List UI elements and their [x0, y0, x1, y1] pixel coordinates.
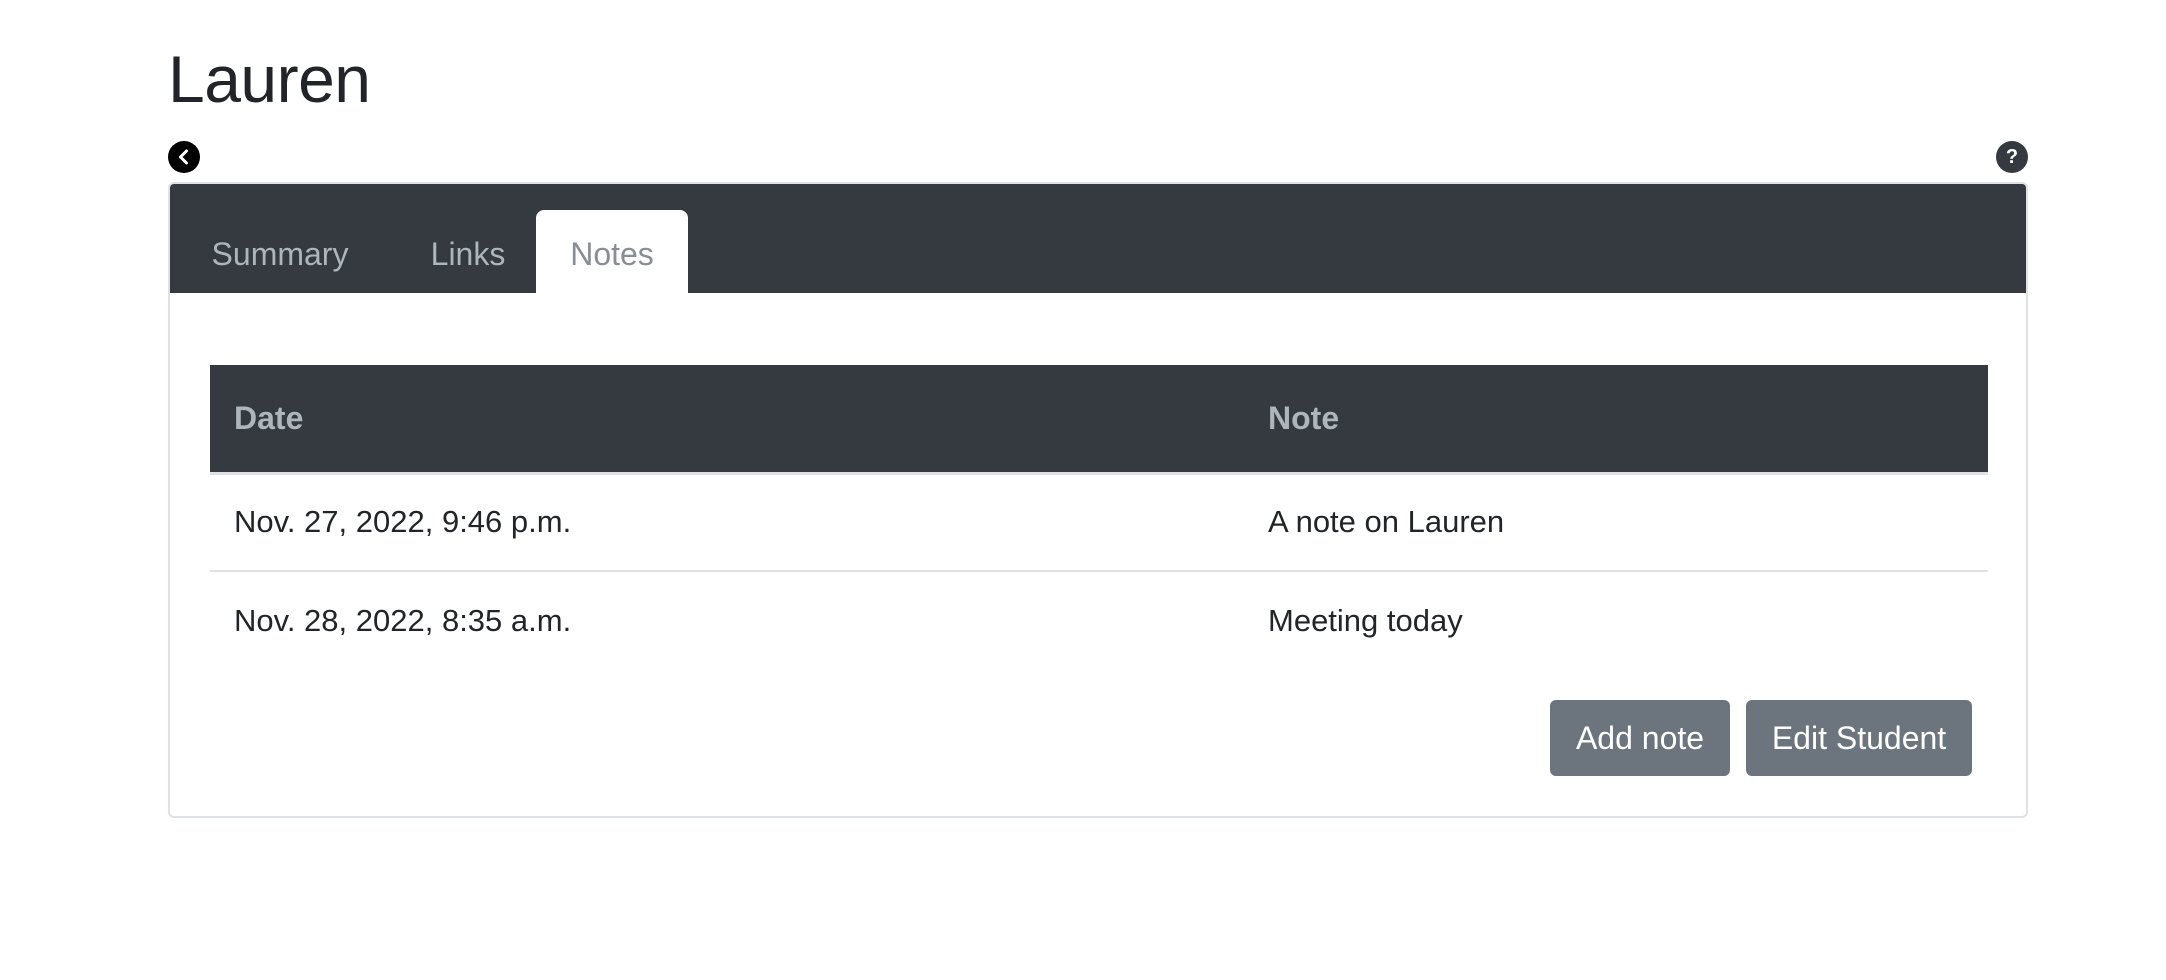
card-header: Summary Links Notes: [170, 184, 2026, 293]
help-button[interactable]: ?: [1996, 141, 2028, 173]
question-circle-icon: ?: [2005, 146, 2019, 168]
chevron-left-circle-icon: [174, 147, 194, 167]
notes-table: Date Note Nov. 27, 2022, 9:46 p.m. A not…: [210, 365, 1988, 669]
column-header-note: Note: [1244, 365, 1988, 475]
tab-notes-label: Notes: [570, 236, 654, 272]
table-row: Nov. 28, 2022, 8:35 a.m. Meeting today: [210, 571, 1988, 669]
page-title: Lauren: [168, 42, 371, 116]
note-text-cell: A note on Lauren: [1244, 473, 1988, 572]
back-button[interactable]: [168, 141, 200, 173]
table-row: Nov. 27, 2022, 9:46 p.m. A note on Laure…: [210, 473, 1988, 572]
tab-links-label: Links: [430, 236, 506, 272]
note-date-cell: Nov. 28, 2022, 8:35 a.m.: [234, 602, 572, 638]
student-card: Summary Links Notes Date Note Nov. 27, 2…: [168, 182, 2028, 818]
tab-summary-label: Summary: [211, 236, 349, 272]
tab-notes[interactable]: Notes: [536, 210, 688, 293]
page: Lauren ? Summary Links Notes Date Note N…: [0, 0, 2166, 980]
tab-summary[interactable]: Summary: [194, 210, 366, 293]
edit-student-button[interactable]: Edit Student: [1746, 700, 1972, 776]
column-header-date: Date: [210, 365, 1244, 475]
note-date-cell: Nov. 27, 2022, 9:46 p.m.: [210, 473, 1244, 572]
table-header-row: Date Note: [210, 365, 1988, 475]
add-note-button[interactable]: Add note: [1550, 700, 1730, 776]
tab-links[interactable]: Links: [418, 210, 518, 293]
note-text-cell: Meeting today: [1268, 602, 1463, 638]
